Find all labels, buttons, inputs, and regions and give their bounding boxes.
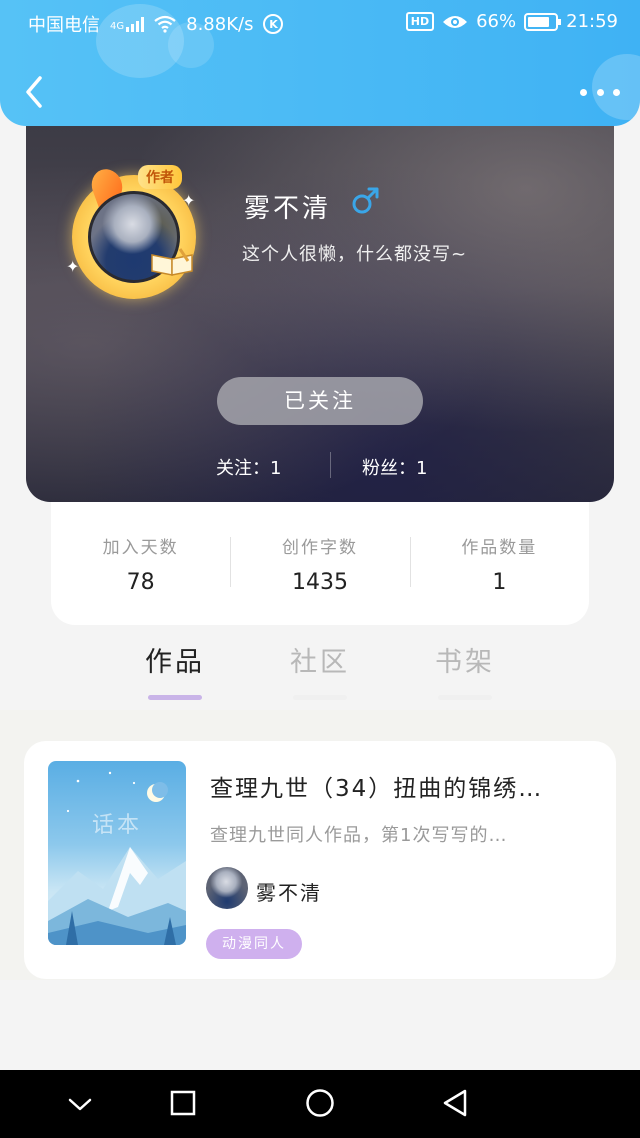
stat-value: 78 [126, 570, 155, 595]
sparkle-icon: ✦ [66, 257, 80, 276]
stat-value: 1 [492, 570, 507, 595]
stat-label: 作品数量 [461, 538, 538, 558]
sparkle-icon: ✦ [182, 191, 196, 210]
tab-label: 作品 [145, 647, 205, 678]
book-icon [151, 248, 193, 276]
follow-stats: 关注：1 粉丝：1 [26, 450, 614, 480]
battery-percent: 66% [476, 11, 517, 32]
clock: 21:59 [566, 11, 618, 32]
profile-tabs: 作品 社区 书架 [0, 640, 640, 706]
nav-home-button[interactable] [298, 1082, 342, 1126]
fans-count: 1 [416, 458, 428, 479]
chevron-down-icon [68, 1098, 92, 1111]
book-cover: 话本 [48, 761, 186, 945]
following-stat[interactable]: 关注：1 [216, 454, 281, 480]
network-type: 4G [110, 21, 125, 32]
wifi-icon [154, 15, 176, 33]
nav-recent-button[interactable] [161, 1082, 205, 1126]
fans-label: 粉丝： [362, 458, 416, 479]
following-label: 关注： [216, 458, 270, 479]
work-title[interactable]: 查理九世（34）扭曲的锦绣… [210, 769, 590, 803]
tab-indicator [293, 695, 347, 700]
more-dots-icon [580, 88, 587, 96]
stat-label: 加入天数 [102, 538, 179, 558]
stat-word-count: 创作字数 1435 [230, 495, 409, 625]
stats-card: 加入天数 78 创作字数 1435 作品数量 1 [51, 495, 589, 625]
eye-icon [443, 15, 468, 28]
tab-community[interactable]: 社区 [275, 640, 365, 700]
signal-icon [126, 16, 145, 32]
follow-button[interactable]: 已关注 [217, 377, 423, 425]
author-avatar-frame[interactable]: 作者 ✦ ✦ [66, 164, 204, 303]
circle-icon [306, 1089, 334, 1117]
battery-icon [524, 12, 562, 31]
triangle-back-icon [443, 1089, 467, 1117]
nav-hide-button[interactable] [58, 1082, 102, 1126]
divider [330, 452, 331, 478]
status-bar: 中国电信 4G 8.88K/s K HD 66% 21:59 [0, 0, 640, 44]
work-author[interactable]: 雾不清 [256, 877, 322, 906]
cover-watermark: 话本 [91, 813, 142, 838]
square-icon [170, 1090, 196, 1116]
genre-tag[interactable]: 动漫同人 [206, 929, 302, 959]
network-speed: 8.88K/s [186, 13, 254, 35]
user-bio: 这个人很懒，什么都没写~ [242, 244, 468, 265]
stat-label: 创作字数 [281, 538, 358, 558]
tab-label: 社区 [290, 647, 350, 678]
work-description: 查理九世同人作品，第1次写写的… [210, 825, 508, 846]
k-icon: K [263, 14, 284, 34]
mountain-illustration [48, 771, 186, 945]
author-badge: 作者 [138, 165, 182, 189]
stat-join-days: 加入天数 78 [51, 495, 230, 625]
tab-label: 书架 [435, 647, 495, 678]
system-nav-bar [0, 1070, 640, 1138]
profile-card: 作者 ✦ ✦ 雾不清 这个人很懒，什么都没写~ 已关注 关注：1 粉丝：1 [26, 110, 614, 502]
work-card[interactable]: 话本 查理九世（34）扭曲的锦绣… 查理九世同人作品，第1次写写的… 雾不清 动… [24, 741, 616, 979]
stat-value: 1435 [291, 570, 348, 595]
top-header: 中国电信 4G 8.88K/s K HD 66% 21:59 [0, 0, 640, 126]
tab-bookshelf[interactable]: 书架 [420, 640, 510, 700]
tab-works[interactable]: 作品 [130, 640, 220, 700]
tab-indicator [438, 695, 492, 700]
username: 雾不清 [244, 194, 332, 224]
nav-back-button[interactable] [433, 1082, 477, 1126]
hd-icon: HD [405, 12, 435, 31]
male-icon [352, 187, 379, 214]
author-avatar[interactable] [206, 867, 248, 909]
back-button[interactable] [16, 70, 56, 114]
chevron-left-icon [26, 76, 42, 108]
carrier-label: 中国电信 [28, 15, 100, 36]
fans-stat[interactable]: 粉丝：1 [362, 454, 427, 480]
tab-indicator [148, 695, 202, 700]
stat-works-count: 作品数量 1 [409, 495, 589, 625]
following-count: 1 [270, 458, 282, 479]
more-button[interactable] [580, 78, 620, 106]
